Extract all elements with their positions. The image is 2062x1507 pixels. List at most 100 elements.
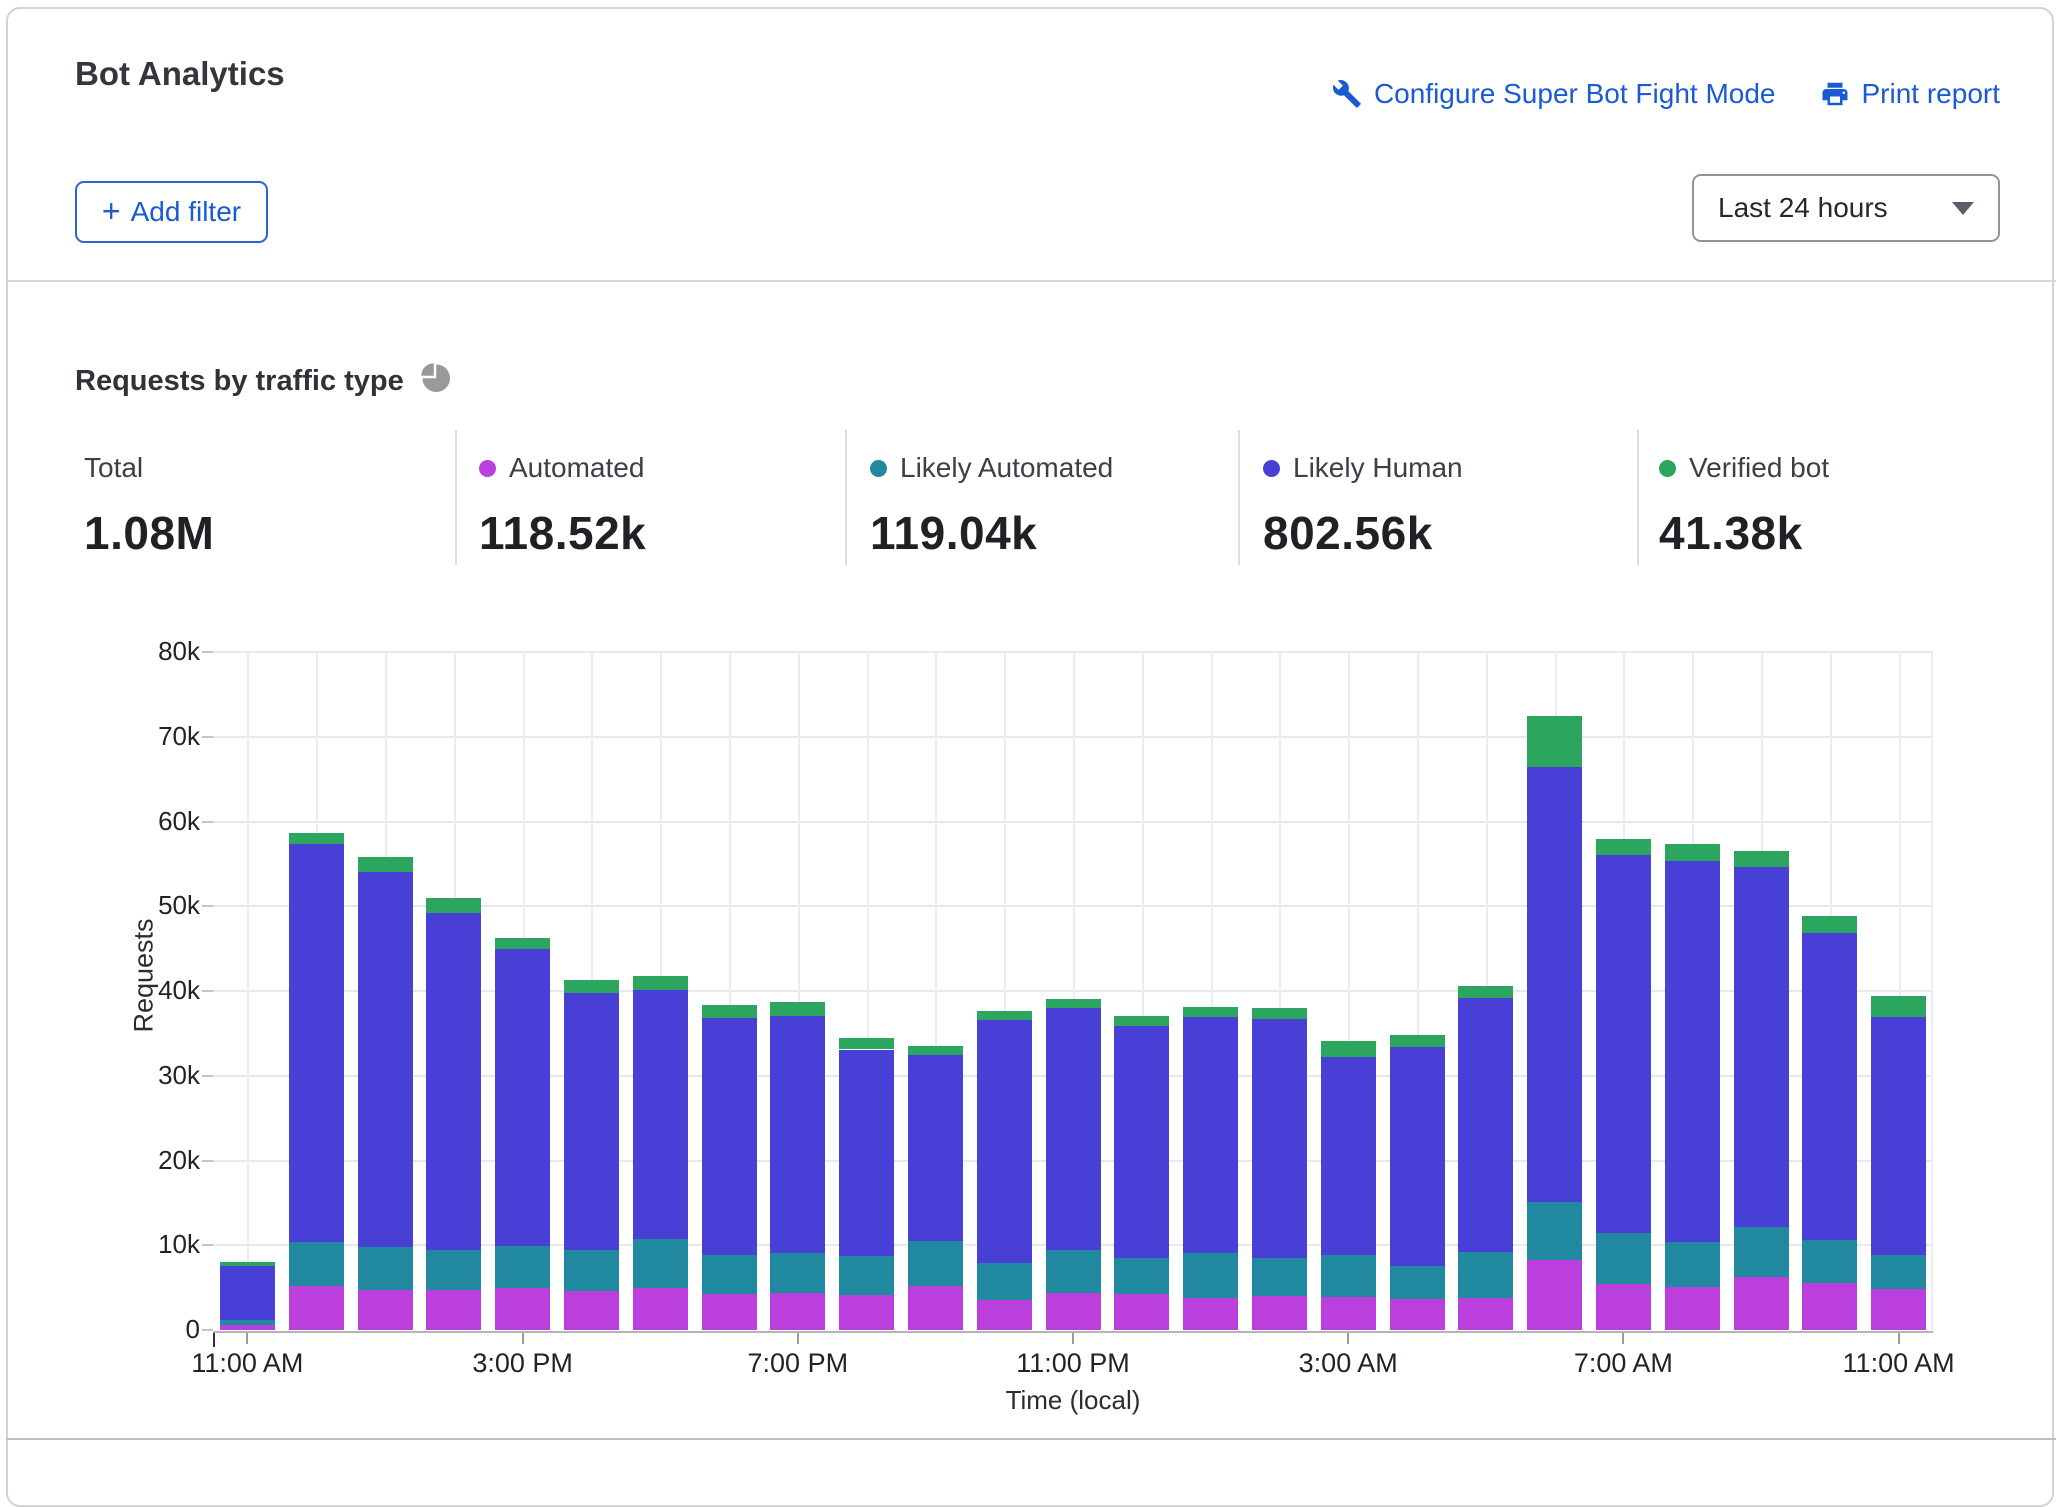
bar-8-segment-automated	[770, 1293, 825, 1330]
bar-4-segment-verified-bot	[495, 938, 550, 950]
bar-2-segment-verified-bot	[358, 857, 413, 872]
stat-label-text: Likely Automated	[900, 452, 1113, 484]
legend-dot	[1263, 460, 1280, 477]
stat-label-text: Verified bot	[1689, 452, 1829, 484]
bar-19[interactable]	[1527, 652, 1582, 1330]
bar-10[interactable]	[908, 652, 963, 1330]
bar-18[interactable]	[1458, 652, 1513, 1330]
bar-22[interactable]	[1734, 652, 1789, 1330]
x-tick-label-3-00-AM: 3:00 AM	[1238, 1348, 1458, 1379]
bar-8-segment-verified-bot	[770, 1002, 825, 1016]
bar-6[interactable]	[633, 652, 688, 1330]
bar-17[interactable]	[1390, 652, 1445, 1330]
stat-label-text: Likely Human	[1293, 452, 1463, 484]
bar-16[interactable]	[1321, 652, 1376, 1330]
y-tick-label-60k: 60k	[120, 806, 200, 837]
x-tick	[1898, 1333, 1900, 1344]
bar-1[interactable]	[289, 652, 344, 1330]
bar-11-segment-likely-human	[977, 1020, 1032, 1263]
bar-21-segment-automated	[1665, 1287, 1720, 1330]
x-axis-origin-tick	[213, 1333, 215, 1347]
section-bottom-divider	[6, 1438, 2056, 1440]
x-tick	[797, 1333, 799, 1344]
x-tick	[1622, 1333, 1624, 1344]
stat-automated[interactable]: Automated118.52k	[479, 452, 646, 560]
bar-18-segment-likely-human	[1458, 998, 1513, 1252]
bar-13[interactable]	[1114, 652, 1169, 1330]
printer-icon	[1820, 79, 1850, 109]
bar-23[interactable]	[1802, 652, 1857, 1330]
add-filter-button[interactable]: + Add filter	[75, 181, 268, 243]
configure-super-bot-fight-mode-link[interactable]: Configure Super Bot Fight Mode	[1332, 78, 1776, 110]
stat-total[interactable]: Total1.08M	[84, 452, 214, 560]
bar-9-segment-verified-bot	[839, 1038, 894, 1049]
bar-16-segment-automated	[1321, 1297, 1376, 1330]
x-tick-label-11-00-AM: 11:00 AM	[1789, 1348, 2009, 1379]
bar-18-segment-likely-automated	[1458, 1252, 1513, 1298]
legend-dot	[479, 460, 496, 477]
bar-7[interactable]	[702, 652, 757, 1330]
bar-12[interactable]	[1046, 652, 1101, 1330]
y-tick-label-10k: 10k	[120, 1229, 200, 1260]
bar-11[interactable]	[977, 652, 1032, 1330]
bar-19-segment-automated	[1527, 1260, 1582, 1330]
bar-17-segment-automated	[1390, 1299, 1445, 1330]
bar-23-segment-likely-human	[1802, 933, 1857, 1241]
stat-value: 41.38k	[1659, 506, 1829, 560]
bar-17-segment-verified-bot	[1390, 1035, 1445, 1047]
bar-23-segment-likely-automated	[1802, 1240, 1857, 1283]
stat-likely-human[interactable]: Likely Human 802.56k	[1263, 452, 1463, 560]
section-title: Requests by traffic type	[75, 365, 404, 398]
header-actions: Configure Super Bot Fight Mode Print rep…	[1332, 78, 2000, 110]
bar-16-segment-likely-automated	[1321, 1255, 1376, 1297]
y-tick	[202, 1244, 213, 1246]
bar-21[interactable]	[1665, 652, 1720, 1330]
bar-13-segment-likely-automated	[1114, 1258, 1169, 1294]
bar-14[interactable]	[1183, 652, 1238, 1330]
time-range-select[interactable]: Last 24 hours	[1692, 174, 2000, 242]
bar-19-segment-verified-bot	[1527, 716, 1582, 767]
bar-22-segment-automated	[1734, 1277, 1789, 1330]
stat-value: 802.56k	[1263, 506, 1463, 560]
bar-24-segment-automated	[1871, 1289, 1926, 1330]
y-tick-label-70k: 70k	[120, 721, 200, 752]
bar-6-segment-verified-bot	[633, 976, 688, 990]
bar-9[interactable]	[839, 652, 894, 1330]
bar-4-segment-automated	[495, 1288, 550, 1330]
x-tick-label-3-00-PM: 3:00 PM	[413, 1348, 633, 1379]
bar-0-segment-likely-automated	[220, 1320, 275, 1325]
bar-1-segment-verified-bot	[289, 833, 344, 844]
header-divider	[6, 280, 2056, 282]
stat-label: Total	[84, 452, 214, 484]
print-link-label: Print report	[1862, 78, 2001, 110]
bar-9-segment-likely-automated	[839, 1256, 894, 1295]
bar-5[interactable]	[564, 652, 619, 1330]
bar-14-segment-automated	[1183, 1298, 1238, 1330]
bar-24[interactable]	[1871, 652, 1926, 1330]
bar-5-segment-verified-bot	[564, 980, 619, 993]
bar-12-segment-likely-human	[1046, 1008, 1101, 1250]
bar-8-segment-likely-human	[770, 1016, 825, 1253]
bar-2[interactable]	[358, 652, 413, 1330]
stat-label-text: Automated	[509, 452, 644, 484]
bar-22-segment-likely-human	[1734, 867, 1789, 1227]
bar-8[interactable]	[770, 652, 825, 1330]
print-report-link[interactable]: Print report	[1820, 78, 2001, 110]
bar-3-segment-automated	[426, 1290, 481, 1330]
bar-11-segment-verified-bot	[977, 1011, 1032, 1020]
stat-label: Automated	[479, 452, 646, 484]
bar-10-segment-likely-automated	[908, 1241, 963, 1286]
bar-20[interactable]	[1596, 652, 1651, 1330]
bar-0[interactable]	[220, 652, 275, 1330]
bar-15[interactable]	[1252, 652, 1307, 1330]
x-tick	[1347, 1333, 1349, 1344]
bar-15-segment-likely-human	[1252, 1019, 1307, 1258]
bar-3[interactable]	[426, 652, 481, 1330]
bar-16-segment-verified-bot	[1321, 1041, 1376, 1057]
bar-2-segment-likely-human	[358, 872, 413, 1247]
bar-21-segment-likely-automated	[1665, 1242, 1720, 1287]
stat-likely-automated[interactable]: Likely Automated119.04k	[870, 452, 1113, 560]
stat-verified-bot[interactable]: Verified bot 41.38k	[1659, 452, 1829, 560]
x-tick	[246, 1333, 248, 1344]
bar-4[interactable]	[495, 652, 550, 1330]
